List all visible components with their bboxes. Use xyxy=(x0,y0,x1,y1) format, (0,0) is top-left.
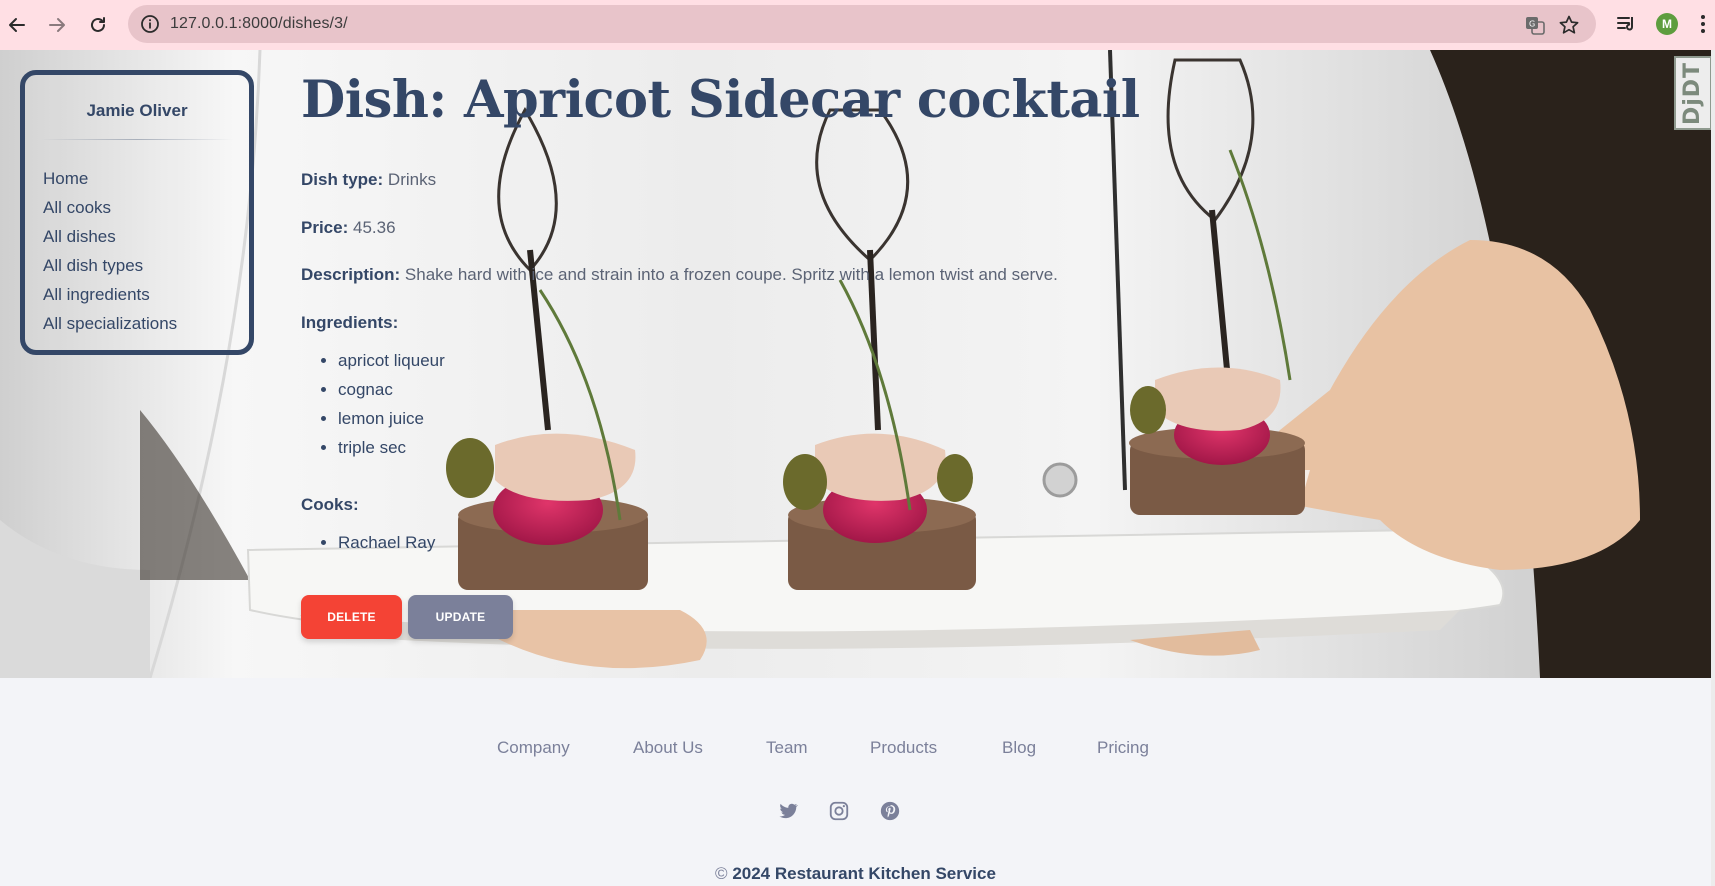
footer-link-team[interactable]: Team xyxy=(766,738,808,758)
page-scrollbar[interactable] xyxy=(1711,50,1715,886)
ingredient-item[interactable]: apricot liqueur xyxy=(338,346,445,375)
footer-link-products[interactable]: Products xyxy=(870,738,937,758)
twitter-icon[interactable] xyxy=(777,800,799,822)
footer-link-company[interactable]: Company xyxy=(497,738,570,758)
address-bar[interactable]: 127.0.0.1:8000/dishes/3/ G xyxy=(128,5,1596,43)
page-title: Dish: Apricot Sidecar cocktail xyxy=(301,70,1140,130)
dish-type-label: Dish type: xyxy=(301,170,384,189)
ingredient-item[interactable]: lemon juice xyxy=(338,404,445,433)
url-text[interactable]: 127.0.0.1:8000/dishes/3/ xyxy=(170,15,348,33)
svg-text:G: G xyxy=(1529,20,1535,29)
browser-menu-icon[interactable] xyxy=(1698,13,1708,35)
browser-toolbar: 127.0.0.1:8000/dishes/3/ G M xyxy=(0,0,1715,50)
debug-toolbar-handle[interactable]: DjDT xyxy=(1674,56,1712,130)
ingredients-label: Ingredients: xyxy=(301,313,399,332)
forward-icon[interactable] xyxy=(43,11,71,39)
description-label: Description: xyxy=(301,265,401,284)
ingredients-heading: Ingredients: xyxy=(301,313,398,333)
description-row: Description: Shake hard with ice and str… xyxy=(301,265,1058,285)
price-row: Price: 45.36 xyxy=(301,218,396,238)
cook-item[interactable]: Rachael Ray xyxy=(338,528,435,557)
copyright: © 2024 Restaurant Kitchen Service xyxy=(0,864,1711,884)
bookmark-star-icon[interactable] xyxy=(1558,14,1580,36)
footer-link-about-us[interactable]: About Us xyxy=(633,738,703,758)
sidebar-item-home[interactable]: Home xyxy=(43,164,177,193)
sidebar-brand[interactable]: Jamie Oliver xyxy=(25,101,249,121)
update-button[interactable]: UPDATE xyxy=(408,595,513,639)
reading-list-icon[interactable] xyxy=(1615,13,1637,35)
profile-avatar[interactable]: M xyxy=(1656,13,1678,35)
debug-toolbar-label: DjDT xyxy=(1680,61,1706,125)
sidebar-item-all-dish-types[interactable]: All dish types xyxy=(43,251,177,280)
cooks-list: Rachael Ray xyxy=(338,528,435,557)
ingredient-item[interactable]: triple sec xyxy=(338,433,445,462)
instagram-icon[interactable] xyxy=(828,800,850,822)
reload-icon[interactable] xyxy=(84,11,112,39)
copyright-symbol: © xyxy=(715,864,728,883)
delete-button[interactable]: DELETE xyxy=(301,595,402,639)
ingredient-item[interactable]: cognac xyxy=(338,375,445,404)
dish-type-row: Dish type: Drinks xyxy=(301,170,436,190)
price-value: 45.36 xyxy=(352,218,396,237)
pinterest-icon[interactable] xyxy=(879,800,901,822)
hero-background-image xyxy=(0,50,1711,678)
ingredients-list: apricot liqueur cognac lemon juice tripl… xyxy=(338,346,445,462)
cooks-heading: Cooks: xyxy=(301,495,359,515)
sidebar-item-all-specializations[interactable]: All specializations xyxy=(43,309,177,338)
sidebar-item-all-cooks[interactable]: All cooks xyxy=(43,193,177,222)
footer: Company About Us Team Products Blog Pric… xyxy=(0,678,1711,886)
dish-type-value: Drinks xyxy=(387,170,437,189)
translate-icon[interactable]: G xyxy=(1524,14,1546,36)
back-icon[interactable] xyxy=(3,11,31,39)
footer-link-pricing[interactable]: Pricing xyxy=(1097,738,1149,758)
description-value: Shake hard with ice and strain into a fr… xyxy=(404,265,1058,284)
page-hero: Jamie Oliver Home All cooks All dishes A… xyxy=(0,50,1711,678)
sidebar-divider xyxy=(41,139,233,140)
sidebar-item-all-dishes[interactable]: All dishes xyxy=(43,222,177,251)
sidebar: Jamie Oliver Home All cooks All dishes A… xyxy=(20,70,254,355)
cooks-label: Cooks: xyxy=(301,495,359,514)
sidebar-item-all-ingredients[interactable]: All ingredients xyxy=(43,280,177,309)
sidebar-menu: Home All cooks All dishes All dish types… xyxy=(43,164,177,338)
footer-link-blog[interactable]: Blog xyxy=(1002,738,1036,758)
copyright-text: 2024 Restaurant Kitchen Service xyxy=(732,864,996,883)
price-label: Price: xyxy=(301,218,349,237)
site-info-icon[interactable] xyxy=(140,14,160,34)
